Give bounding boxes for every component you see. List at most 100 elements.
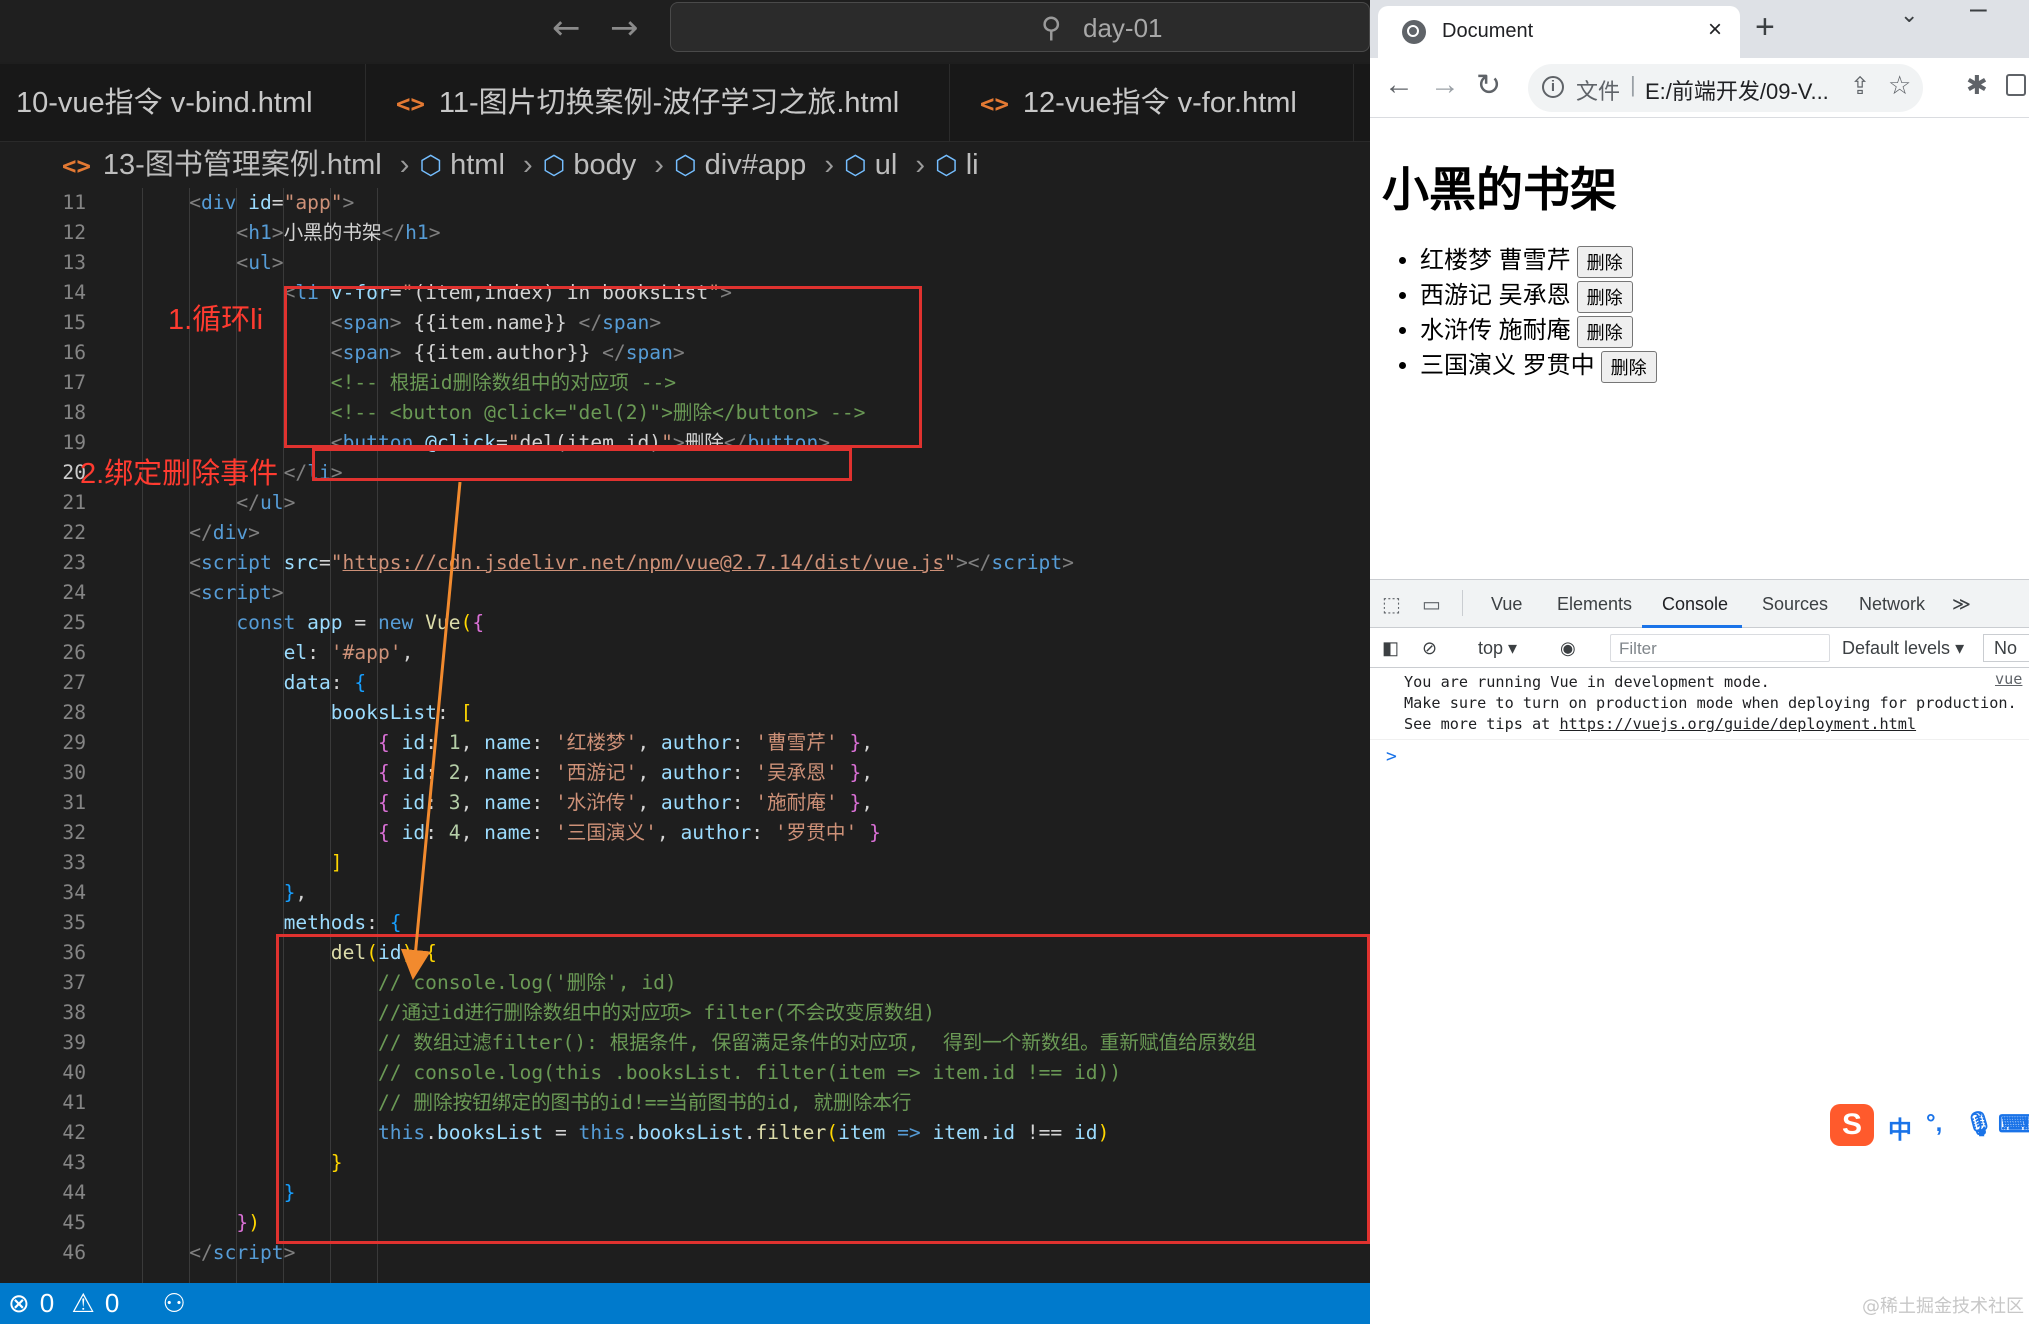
code-line[interactable]: 30 { id: 2, name: '西游记', author: '吴承恩' }, bbox=[0, 758, 1370, 788]
ime-logo[interactable]: S bbox=[1830, 1104, 1874, 1146]
console-prompt[interactable]: > bbox=[1386, 746, 1397, 767]
clear-console-icon[interactable]: ⊘ bbox=[1422, 638, 1437, 659]
back-icon[interactable]: ← bbox=[1384, 68, 1414, 102]
delete-button[interactable]: 删除 bbox=[1576, 315, 1633, 348]
code-token: > bbox=[342, 191, 355, 214]
breadcrumb-file[interactable]: 13-图书管理案例.html bbox=[103, 149, 382, 181]
code-token: < bbox=[236, 251, 249, 274]
warning-count[interactable]: 0 bbox=[105, 1288, 119, 1318]
book-author: 曹雪芹 bbox=[1498, 247, 1571, 274]
delete-button[interactable]: 删除 bbox=[1576, 245, 1633, 278]
code-line[interactable]: 25 const app = new Vue({ bbox=[0, 608, 1370, 638]
breadcrumb-ul[interactable]: ul bbox=[875, 149, 898, 181]
code-line[interactable]: 11 <div id="app"> bbox=[0, 188, 1370, 218]
side-panel-icon[interactable] bbox=[2006, 74, 2026, 96]
inspect-element-icon[interactable]: ⬚ bbox=[1382, 592, 1401, 617]
code-token: '#app' bbox=[330, 641, 402, 664]
code-line[interactable]: 29 { id: 1, name: '红楼梦', author: '曹雪芹' }, bbox=[0, 728, 1370, 758]
code-token: : bbox=[307, 641, 331, 664]
log-levels-dropdown[interactable]: Default levels ▾ bbox=[1842, 638, 1964, 659]
code-token: } bbox=[849, 731, 862, 754]
code-token: , bbox=[861, 791, 874, 814]
address-url[interactable]: E:/前端开发/09-V... bbox=[1645, 74, 1829, 106]
ime-punctuation[interactable]: °, bbox=[1926, 1110, 1942, 1138]
close-icon[interactable]: × bbox=[1708, 16, 1722, 44]
tab-image-switch[interactable]: <> 11-图片切换案例-波仔学习之旅.html bbox=[366, 64, 950, 142]
console-link[interactable]: https://vuejs.org/guide/deployment.html bbox=[1559, 715, 1916, 733]
code-text: ] bbox=[331, 848, 343, 878]
broadcast-icon[interactable]: ⚇ bbox=[163, 1288, 186, 1318]
arrow-left-icon[interactable]: ← bbox=[552, 8, 581, 48]
devtools-tab-elements[interactable]: Elements bbox=[1557, 594, 1632, 615]
browser-tab[interactable]: Document × bbox=[1378, 6, 1740, 58]
issues-indicator[interactable]: No bbox=[1983, 634, 2029, 662]
sidebar-toggle-icon[interactable]: ◧ bbox=[1382, 638, 1399, 659]
error-circle-icon[interactable]: ⊗ bbox=[8, 1288, 30, 1318]
command-center[interactable]: ⚲ day-01 bbox=[670, 2, 1370, 52]
breadcrumb-div-app[interactable]: div#app bbox=[705, 149, 807, 181]
tab-vfor[interactable]: <> 12-vue指令 v-for.html bbox=[950, 64, 1354, 142]
ime-mode[interactable]: 中 bbox=[1888, 1110, 1912, 1145]
chevron-down-icon[interactable]: ⌄ bbox=[1900, 2, 1918, 28]
methods-annotation-box bbox=[276, 934, 1370, 1244]
code-line[interactable]: 24 <script> bbox=[0, 578, 1370, 608]
keyboard-icon[interactable]: ⌨ bbox=[1998, 1110, 2029, 1139]
code-line[interactable]: 31 { id: 3, name: '水浒传', author: '施耐庵' }, bbox=[0, 788, 1370, 818]
code-line[interactable]: 21 </ul> bbox=[0, 488, 1370, 518]
breadcrumb-html[interactable]: html bbox=[450, 149, 505, 181]
code-line[interactable]: 32 { id: 4, name: '三国演义', author: '罗贯中' } bbox=[0, 818, 1370, 848]
forward-icon[interactable]: → bbox=[1430, 68, 1460, 102]
breadcrumb-li[interactable]: li bbox=[966, 149, 979, 181]
code-token: new bbox=[377, 611, 414, 634]
info-icon[interactable]: i bbox=[1542, 76, 1564, 98]
share-icon[interactable]: ⇪ bbox=[1850, 72, 1870, 101]
code-token: h1 bbox=[405, 221, 429, 244]
tab-vbind[interactable]: 10-vue指令 v-bind.html bbox=[0, 64, 366, 142]
device-toolbar-icon[interactable]: ▭ bbox=[1422, 592, 1441, 617]
book-author: 罗贯中 bbox=[1522, 352, 1595, 379]
code-line[interactable]: 13 <ul> bbox=[0, 248, 1370, 278]
code-token: '三国演义' bbox=[554, 821, 657, 844]
code-token: '水浒传' bbox=[554, 791, 638, 814]
devtools-tab-sources[interactable]: Sources bbox=[1762, 594, 1828, 615]
new-tab-button[interactable]: + bbox=[1755, 8, 1775, 47]
code-token: div bbox=[200, 191, 237, 214]
code-token: " bbox=[330, 551, 343, 574]
error-count[interactable]: 0 bbox=[40, 1288, 54, 1318]
microphone-icon[interactable]: 🎙 bbox=[1964, 1110, 1994, 1139]
code-token: } bbox=[236, 1211, 249, 1234]
line-number: 23 bbox=[62, 551, 86, 574]
address-bar[interactable]: i 文件 | E:/前端开发/09-V... ⇪ ☆ bbox=[1528, 64, 1923, 112]
devtools-tab-console[interactable]: Console bbox=[1662, 594, 1728, 615]
code-token: , bbox=[637, 761, 661, 784]
star-icon[interactable]: ☆ bbox=[1888, 70, 1911, 101]
devtools-tab-vue[interactable]: Vue bbox=[1491, 594, 1522, 615]
code-line[interactable]: 26 el: '#app', bbox=[0, 638, 1370, 668]
code-token: script bbox=[212, 1241, 284, 1264]
extensions-puzzle-icon[interactable]: ✱ bbox=[1966, 70, 1988, 101]
warning-triangle-icon[interactable]: ⚠ bbox=[72, 1288, 95, 1318]
context-selector[interactable]: top ▾ bbox=[1478, 638, 1517, 659]
delete-button[interactable]: 删除 bbox=[1576, 280, 1633, 313]
arrow-right-icon[interactable]: → bbox=[610, 8, 639, 48]
more-tabs-icon[interactable]: ≫ bbox=[1952, 594, 1971, 615]
line-number: 17 bbox=[62, 371, 86, 394]
code-line[interactable]: 28 booksList: [ bbox=[0, 698, 1370, 728]
code-text: }) bbox=[236, 1208, 260, 1238]
breadcrumb-body[interactable]: body bbox=[573, 149, 636, 181]
code-token: : bbox=[531, 791, 555, 814]
console-source-link[interactable]: vue bbox=[1995, 670, 2022, 688]
console-filter-input[interactable]: Filter bbox=[1610, 634, 1830, 662]
code-line[interactable]: 22 </div> bbox=[0, 518, 1370, 548]
eye-icon[interactable]: ◉ bbox=[1560, 638, 1576, 659]
code-line[interactable]: 34}, bbox=[0, 878, 1370, 908]
code-line[interactable]: 12 <h1>小黑的书架</h1> bbox=[0, 218, 1370, 248]
delete-button[interactable]: 删除 bbox=[1600, 350, 1657, 383]
element-cube-icon: ⬡ bbox=[673, 150, 697, 180]
code-line[interactable]: 33] bbox=[0, 848, 1370, 878]
minimize-icon[interactable]: – bbox=[1970, 0, 1987, 26]
code-line[interactable]: 27 data: { bbox=[0, 668, 1370, 698]
devtools-tab-network[interactable]: Network bbox=[1859, 594, 1925, 615]
reload-icon[interactable]: ↻ bbox=[1476, 68, 1501, 103]
code-line[interactable]: 23 <script src="https://cdn.jsdelivr.net/… bbox=[0, 548, 1370, 578]
